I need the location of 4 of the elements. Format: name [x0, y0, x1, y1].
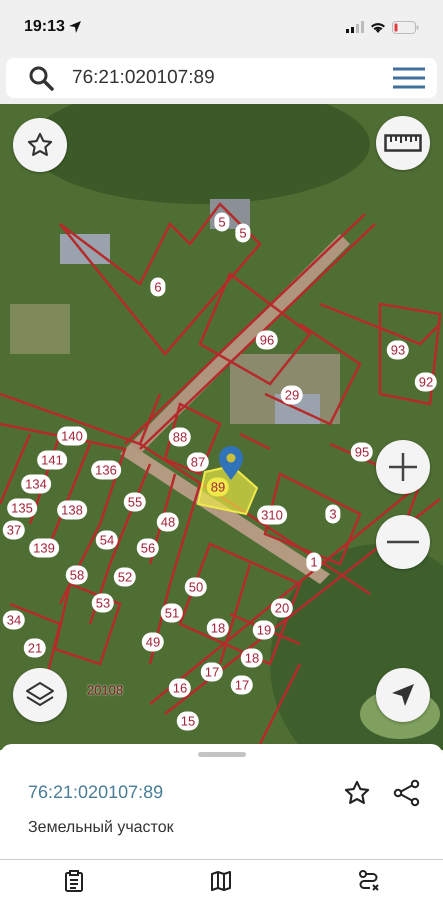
- parcel-number-title: 76:21:020107:89: [28, 782, 164, 804]
- clock-time: 19:13: [24, 18, 81, 36]
- quarter-number: 20108: [86, 681, 124, 698]
- parcel-type-text: Земельный участок: [27, 818, 175, 837]
